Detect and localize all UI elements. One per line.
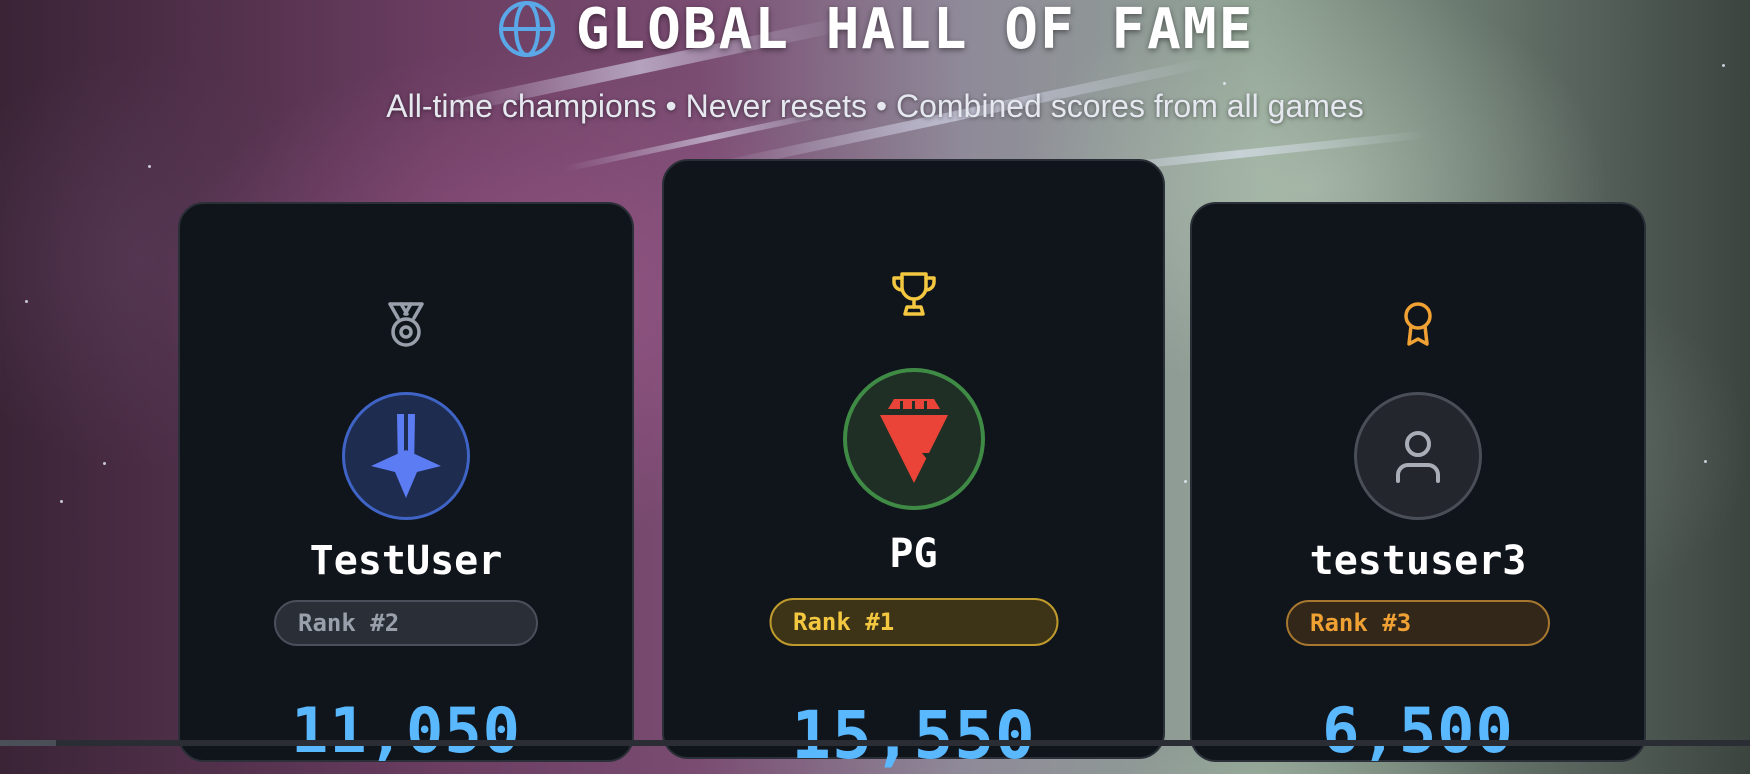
- star: [60, 500, 63, 503]
- user-icon: [1394, 429, 1442, 483]
- blue-ship-emblem-icon: [367, 410, 445, 502]
- star: [1223, 82, 1226, 85]
- globe-icon: [496, 0, 558, 60]
- leaderboard-card-rank-2[interactable]: TestUser Rank #2 11,050: [178, 202, 634, 767]
- username: testuser3: [1309, 538, 1527, 584]
- silver-medal-icon: [384, 300, 428, 355]
- page-header: GLOBAL HALL OF FAME: [0, 0, 1750, 64]
- bronze-ribbon-icon: [1400, 300, 1436, 353]
- avatar[interactable]: [842, 368, 985, 510]
- score-value: 6,500: [1322, 694, 1514, 767]
- avatar[interactable]: [1354, 392, 1482, 520]
- rank-badge: Rank #2: [274, 600, 538, 646]
- username: PG: [889, 531, 938, 577]
- star: [25, 300, 28, 303]
- score-value: 15,550: [791, 697, 1036, 774]
- star: [148, 165, 151, 168]
- leaderboard-card-rank-3[interactable]: testuser3 Rank #3 6,500: [1190, 202, 1646, 767]
- leaderboard-card-rank-1[interactable]: PG Rank #1 15,550: [662, 159, 1165, 774]
- page-title: GLOBAL HALL OF FAME: [575, 0, 1255, 62]
- star: [1184, 480, 1187, 483]
- star: [103, 462, 106, 465]
- bottom-scrollbar-track[interactable]: [0, 740, 1750, 746]
- red-crystal-emblem-icon: [876, 393, 952, 485]
- star: [1704, 460, 1707, 463]
- score-value: 11,050: [291, 694, 521, 767]
- gold-trophy-icon: [889, 269, 939, 324]
- page-subtitle: All-time champions • Never resets • Comb…: [386, 88, 1364, 124]
- avatar[interactable]: [342, 392, 470, 520]
- star: [1722, 64, 1725, 67]
- rank-badge: Rank #3: [1286, 600, 1550, 646]
- bottom-scrollbar-thumb[interactable]: [0, 740, 56, 746]
- rank-badge: Rank #1: [769, 598, 1058, 646]
- username: TestUser: [309, 538, 503, 584]
